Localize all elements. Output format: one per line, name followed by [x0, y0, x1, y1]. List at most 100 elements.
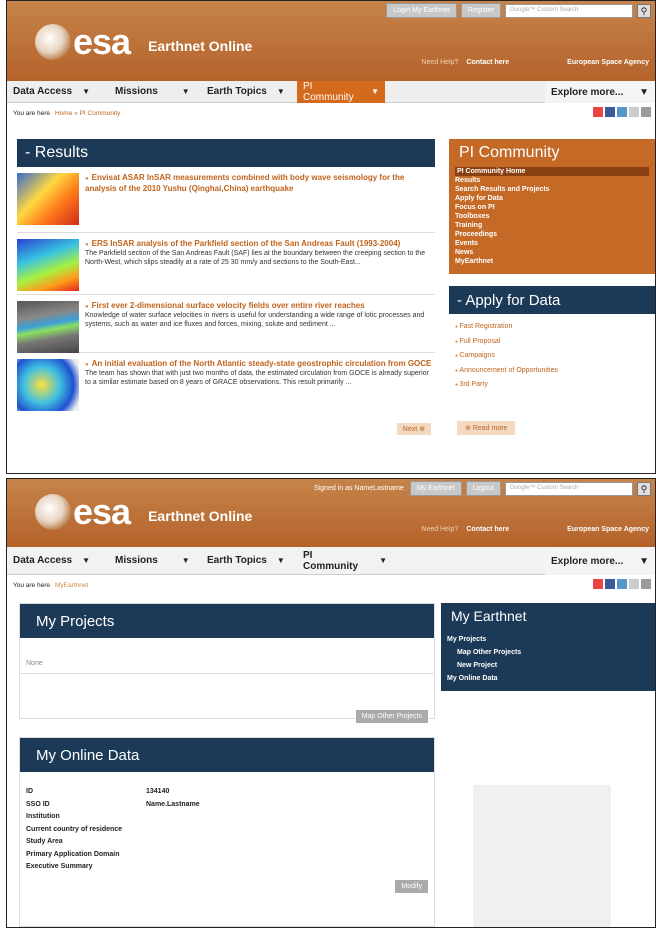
nav-label: PI Community: [303, 549, 358, 572]
breadcrumb-label: You are here: [13, 109, 50, 117]
nav-label: PI Community: [303, 80, 354, 103]
result-item[interactable]: First ever 2-dimensional surface velocit…: [17, 295, 435, 353]
chevron-down-icon: ▼: [639, 555, 649, 567]
contact-link[interactable]: Contact here: [466, 59, 509, 66]
projects-empty-text: None: [20, 654, 434, 674]
map-other-projects-button[interactable]: Map Other Projects: [355, 710, 428, 723]
result-title[interactable]: An initial evaluation of the North Atlan…: [85, 359, 435, 370]
field-label: SSO ID: [26, 800, 50, 808]
my-earthnet-button[interactable]: My Earthnet: [409, 481, 462, 496]
email-icon[interactable]: [629, 107, 639, 117]
chevron-down-icon: ▼: [639, 86, 649, 98]
pi-sidebar: PI Community PI Community Home Results S…: [449, 139, 655, 435]
breadcrumb: You are here Home » PI Community: [7, 103, 655, 123]
main-nav: Data Access ▼ Missions ▼ Earth Topics ▼ PI …: [7, 547, 655, 575]
result-item[interactable]: Envisat ASAR InSAR measurements combined…: [17, 167, 435, 233]
breadcrumb-link[interactable]: MyEarthnet: [55, 582, 88, 589]
pi-menu-item[interactable]: Toolboxes: [455, 212, 649, 221]
search-input[interactable]: Google™ Custom Search: [505, 3, 633, 18]
apply-title: - Apply for Data: [449, 286, 655, 314]
read-more-button[interactable]: ⊕ Read more: [457, 420, 516, 435]
facebook-icon[interactable]: [605, 107, 615, 117]
menu-map-other-projects[interactable]: Map Other Projects: [447, 646, 649, 659]
email-icon[interactable]: [629, 579, 639, 589]
menu-my-projects[interactable]: My Projects: [447, 633, 649, 646]
result-thumbnail[interactable]: [17, 301, 79, 353]
brand-name: esa: [73, 21, 131, 62]
pi-menu-item[interactable]: Apply for Data: [455, 194, 649, 203]
register-button[interactable]: Register: [460, 3, 501, 18]
apply-link[interactable]: Campaigns: [455, 349, 649, 364]
field-label: Study Area: [26, 838, 63, 845]
nav-missions[interactable]: Missions ▼: [109, 81, 201, 103]
field-row: ID 134140: [26, 786, 428, 799]
nav-pi-community[interactable]: PI Community ▼: [297, 550, 393, 572]
nav-missions[interactable]: Missions ▼: [109, 550, 201, 572]
field-value: Name.Lastname: [146, 800, 200, 808]
menu-new-project[interactable]: New Project: [447, 659, 649, 672]
result-title[interactable]: Envisat ASAR InSAR measurements combined…: [85, 173, 435, 193]
agency-link[interactable]: European Space Agency: [567, 59, 649, 66]
twitter-icon[interactable]: [617, 579, 627, 589]
nav-earth-topics[interactable]: Earth Topics ▼: [201, 81, 297, 103]
breadcrumb-link[interactable]: Home » PI Community: [55, 110, 120, 117]
result-item[interactable]: ERS InSAR analysis of the Parkfield sect…: [17, 233, 435, 295]
pi-menu-item[interactable]: Search Results and Projects: [455, 185, 649, 194]
pi-community-box: PI Community PI Community Home Results S…: [449, 139, 655, 274]
results-section: - Results Envisat ASAR InSAR measurement…: [17, 139, 435, 435]
search-icon[interactable]: ⚲: [637, 3, 651, 18]
apply-link[interactable]: Full Proposal: [455, 335, 649, 350]
result-title[interactable]: First ever 2-dimensional surface velocit…: [85, 301, 435, 312]
result-thumbnail[interactable]: [17, 239, 79, 291]
print-icon[interactable]: [641, 579, 651, 589]
field-row: Institution: [26, 811, 428, 824]
field-row: Primary Application Domain: [26, 849, 428, 862]
pi-menu-item[interactable]: Results: [455, 176, 649, 185]
chevron-down-icon: ▼: [276, 87, 285, 96]
print-icon[interactable]: [641, 107, 651, 117]
search-input[interactable]: Google™ Custom Search: [505, 481, 633, 496]
result-title[interactable]: ERS InSAR analysis of the Parkfield sect…: [85, 239, 435, 250]
logout-button[interactable]: Logout: [465, 481, 501, 496]
result-thumbnail[interactable]: [17, 173, 79, 225]
pi-menu-item[interactable]: Focus on PI: [455, 203, 649, 212]
top-links: Login My Earthnet Register Google™ Custo…: [386, 3, 651, 18]
next-button[interactable]: Next ⊕: [396, 423, 431, 435]
pi-menu-item[interactable]: PI Community Home: [455, 167, 649, 176]
result-item[interactable]: An initial evaluation of the North Atlan…: [17, 353, 435, 417]
twitter-icon[interactable]: [617, 107, 627, 117]
nav-data-access[interactable]: Data Access ▼: [7, 81, 109, 103]
esa-logo[interactable]: esa Earthnet Online: [35, 491, 252, 533]
search-icon[interactable]: ⚲: [637, 481, 651, 496]
result-thumbnail[interactable]: [17, 359, 79, 411]
apply-link[interactable]: 3rd Party: [455, 378, 649, 393]
explore-more-select[interactable]: Explore more... ▼: [545, 81, 655, 103]
pi-menu-item[interactable]: MyEarthnet: [455, 257, 649, 266]
chevron-down-icon: ▼: [181, 87, 190, 96]
nav-data-access[interactable]: Data Access ▼: [7, 550, 109, 572]
esa-logo[interactable]: esa Earthnet Online: [35, 21, 252, 63]
plus-icon[interactable]: [593, 107, 603, 117]
apply-link[interactable]: Fast Registration: [455, 320, 649, 335]
my-earthnet-title: My Earthnet: [441, 603, 655, 629]
modify-button[interactable]: Modify: [395, 879, 428, 893]
pi-menu-item[interactable]: Proceedings: [455, 230, 649, 239]
facebook-icon[interactable]: [605, 579, 615, 589]
nav-earth-topics[interactable]: Earth Topics ▼: [201, 550, 297, 572]
contact-link[interactable]: Contact here: [466, 526, 509, 533]
nav-label: Earth Topics: [207, 86, 267, 97]
pi-menu-item[interactable]: News: [455, 248, 649, 257]
apply-link[interactable]: Announcement of Opportunities: [455, 364, 649, 379]
help-links: Need Help? Contact here European Space A…: [421, 526, 649, 533]
pi-menu-item[interactable]: Events: [455, 239, 649, 248]
plus-icon[interactable]: [593, 579, 603, 589]
pi-community-screenshot: Login My Earthnet Register Google™ Custo…: [6, 0, 656, 474]
explore-more-select[interactable]: Explore more... ▼: [545, 547, 655, 575]
agency-link[interactable]: European Space Agency: [567, 526, 649, 533]
pi-menu-item[interactable]: Training: [455, 221, 649, 230]
site-name: Earthnet Online: [148, 508, 253, 524]
site-name: Earthnet Online: [148, 38, 253, 54]
nav-pi-community[interactable]: PI Community ▼: [297, 80, 385, 103]
menu-my-online-data[interactable]: My Online Data: [447, 672, 649, 685]
login-button[interactable]: Login My Earthnet: [386, 3, 457, 18]
